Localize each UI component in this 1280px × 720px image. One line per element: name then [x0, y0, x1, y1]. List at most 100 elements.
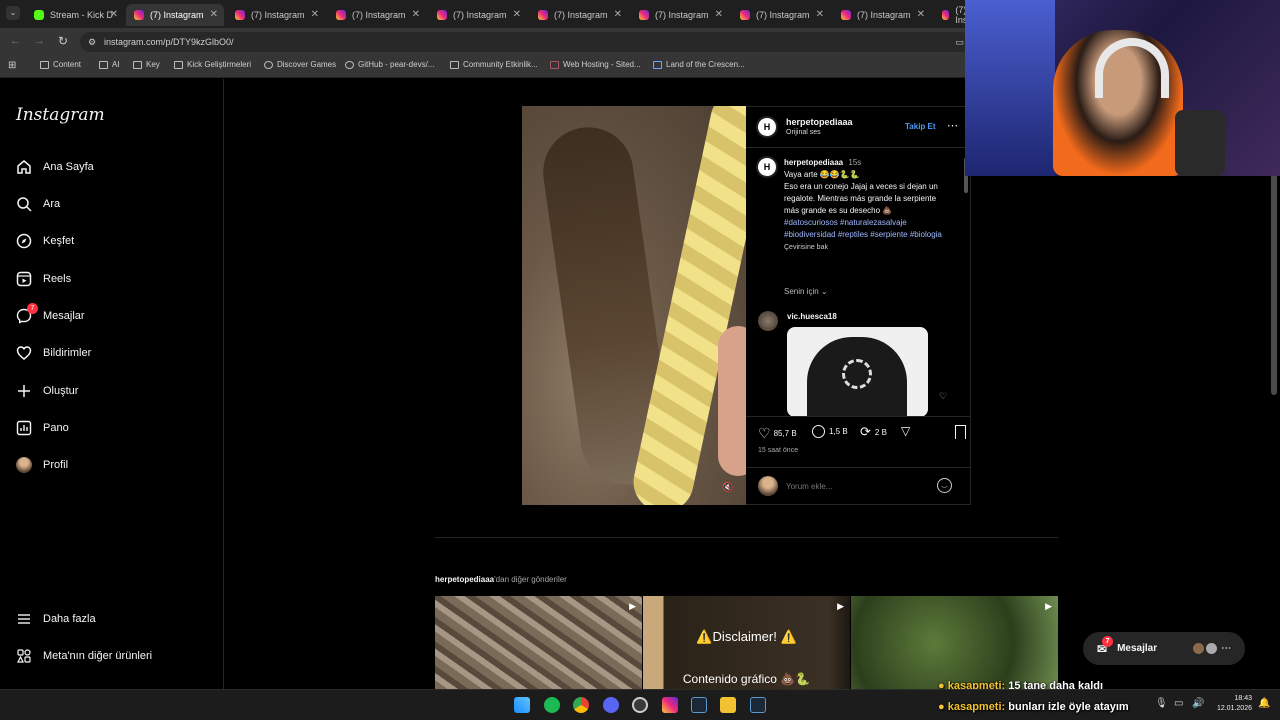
sidebar-item-dashboard[interactable]: Pano [16, 418, 69, 438]
tab-instagram[interactable]: (7) Instagram ✕ [732, 4, 830, 26]
repost-button[interactable]: ⟳ 2 B [860, 424, 887, 440]
bookmark-discover-games[interactable]: Discover Games [264, 60, 336, 69]
tab-instagram-active[interactable]: (7) Instagram ✕ [126, 4, 224, 26]
microphone-icon[interactable]: 🎙 [1155, 698, 1168, 709]
comments-scroll[interactable]: H herpetopediaaa 15s Vaya arte 😂😂🐍🐍 Eso … [746, 148, 971, 416]
chrome-icon[interactable] [573, 697, 589, 713]
caption-avatar[interactable]: H [756, 156, 778, 178]
sidebar-item-search[interactable]: Ara [16, 194, 60, 214]
bookmark-key[interactable]: Key [133, 60, 160, 69]
site-info-icon[interactable]: ⚙ [88, 32, 96, 52]
comment-input[interactable] [786, 479, 936, 493]
more-posts-username[interactable]: herpetopediaaa [435, 575, 494, 584]
close-tab-icon[interactable]: ✕ [412, 9, 420, 20]
post-video[interactable]: 🔇 [522, 106, 746, 505]
tab-instagram[interactable]: (7) Instagram ✕ [227, 4, 325, 26]
address-bar[interactable]: ⚙ instagram.com/p/DTY9kzGlbO0/ ▭ [80, 32, 970, 52]
close-tab-icon[interactable]: ✕ [816, 9, 824, 20]
more-post-thumb[interactable]: ▶ ⚠️Disclaimer! ⚠️ Contenido gráfico 💩🐍 [643, 596, 850, 690]
folder-icon [174, 60, 183, 69]
follow-button[interactable]: Takip Et [905, 122, 936, 131]
mute-icon[interactable]: 🔇 [722, 482, 733, 493]
for-you-toggle[interactable]: Senin için ⌄ [784, 287, 828, 296]
save-icon[interactable] [955, 425, 966, 439]
sidebar-item-create[interactable]: Oluştur [16, 381, 78, 401]
instagram-icon [538, 10, 548, 20]
share-icon[interactable]: ▽ [901, 424, 910, 438]
close-tab-icon[interactable]: ✕ [210, 9, 218, 20]
instagram-icon[interactable] [662, 697, 678, 713]
tab-instagram[interactable]: (7) Instagram ✕ [833, 4, 931, 26]
file-explorer-icon[interactable] [720, 697, 736, 713]
tab-instagram[interactable]: (7) Instagram ✕ [530, 4, 628, 26]
sidebar-item-messages[interactable]: 7 Mesajlar [16, 303, 85, 326]
bookmark-web-hosting[interactable]: Web Hosting - Sited... [550, 60, 641, 69]
volume-icon[interactable]: 🔊 [1192, 698, 1204, 709]
post-author-username[interactable]: herpetopediaaa [786, 117, 853, 127]
more-post-thumb[interactable]: ▶ [851, 596, 1058, 690]
steam-icon[interactable] [750, 697, 766, 713]
commenter-username[interactable]: vic.huesca18 [787, 312, 837, 321]
cast-icon[interactable]: ▭ [955, 32, 964, 52]
post-author-avatar[interactable]: H [756, 116, 778, 138]
close-tab-icon[interactable]: ✕ [513, 9, 521, 20]
back-icon[interactable]: ← [10, 35, 21, 47]
sidebar-item-notifications[interactable]: Bildirimler [16, 343, 91, 363]
reload-icon[interactable]: ↻ [58, 34, 68, 48]
commenter-avatar[interactable] [758, 311, 778, 331]
post-audio[interactable]: Orijinal ses [786, 129, 821, 136]
like-button[interactable]: ♡ 85,7 B [758, 425, 797, 442]
sidebar-item-home[interactable]: Ana Sayfa [16, 157, 94, 177]
network-icon[interactable]: ▭ [1174, 698, 1183, 709]
tab-instagram[interactable]: (7) Instagram ✕ [631, 4, 729, 26]
close-tab-icon[interactable]: ✕ [614, 9, 622, 20]
instagram-logo[interactable]: Instagram [16, 105, 105, 125]
bookmark-community[interactable]: Community Etkinlik... [450, 60, 538, 69]
sidebar-item-profile[interactable]: Profil [16, 455, 68, 475]
chevron-down-icon: ⌄ [820, 287, 828, 296]
emoji-icon[interactable]: ‿ [937, 478, 952, 493]
more-post-thumb[interactable]: ▶ [435, 596, 642, 690]
discord-icon[interactable] [603, 697, 619, 713]
sidebar-item-reels[interactable]: Reels [16, 269, 71, 289]
tab-kick-stream[interactable]: Stream - Kick D ✕ [26, 4, 124, 26]
tab-instagram[interactable]: (7) Instagram ✕ [328, 4, 426, 26]
more-options-icon[interactable]: ⋯ [947, 119, 958, 132]
windows-start-icon[interactable] [514, 697, 530, 713]
system-clock[interactable]: 18:43 12.01.2026 [1206, 694, 1252, 714]
streamer-webcam-overlay [965, 0, 1280, 176]
messages-floating-button[interactable]: ✉ 7 Mesajlar ⋯ [1083, 632, 1245, 665]
sidebar-item-explore[interactable]: Keşfet [16, 231, 74, 251]
bookmark-kick[interactable]: Kick Geliştirmeleri [174, 60, 251, 69]
tab-list-chevron-icon[interactable]: ⌄ [6, 6, 20, 20]
thumb-text-graphic: Contenido gráfico 💩🐍 [682, 672, 811, 686]
bookmark-ai[interactable]: AI [99, 60, 120, 69]
xbox-icon[interactable] [544, 697, 560, 713]
clock-date: 12.01.2026 [1216, 705, 1252, 712]
notification-bell-icon[interactable]: 🔔 [1258, 698, 1270, 709]
comment-button[interactable]: 1,5 B [812, 425, 848, 438]
github-icon [345, 60, 354, 69]
sidebar-item-more[interactable]: Daha fazla [16, 609, 96, 629]
tab-instagram[interactable]: (7) Instagram ✕ [429, 4, 527, 26]
close-tab-icon[interactable]: ✕ [110, 9, 118, 20]
forward-icon[interactable]: → [34, 35, 45, 47]
bookmark-content[interactable]: Content [40, 60, 81, 69]
kick-icon [34, 10, 44, 20]
close-tab-icon[interactable]: ✕ [311, 9, 319, 20]
caption-hashtags[interactable]: #datoscuriosos #naturalezasalvaje #biodi… [784, 218, 942, 239]
compass-icon [16, 233, 32, 249]
bookmark-github[interactable]: GitHub - pear-devs/... [345, 60, 434, 69]
steam-icon[interactable] [691, 697, 707, 713]
close-tab-icon[interactable]: ✕ [715, 9, 723, 20]
apps-grid-icon[interactable]: ⊞ [8, 60, 16, 71]
obs-icon[interactable] [632, 697, 648, 713]
instagram-icon [841, 10, 851, 20]
comment-like-icon[interactable]: ♡ [939, 391, 947, 402]
bookmark-land-crescent[interactable]: Land of the Crescen... [653, 60, 745, 69]
instagram-icon [639, 10, 649, 20]
close-tab-icon[interactable]: ✕ [917, 9, 925, 20]
caption-username[interactable]: herpetopediaaa [784, 158, 843, 167]
sidebar-item-meta[interactable]: Meta'nın diğer ürünleri [16, 646, 152, 666]
translate-link[interactable]: Çevirisine bak [784, 244, 828, 251]
